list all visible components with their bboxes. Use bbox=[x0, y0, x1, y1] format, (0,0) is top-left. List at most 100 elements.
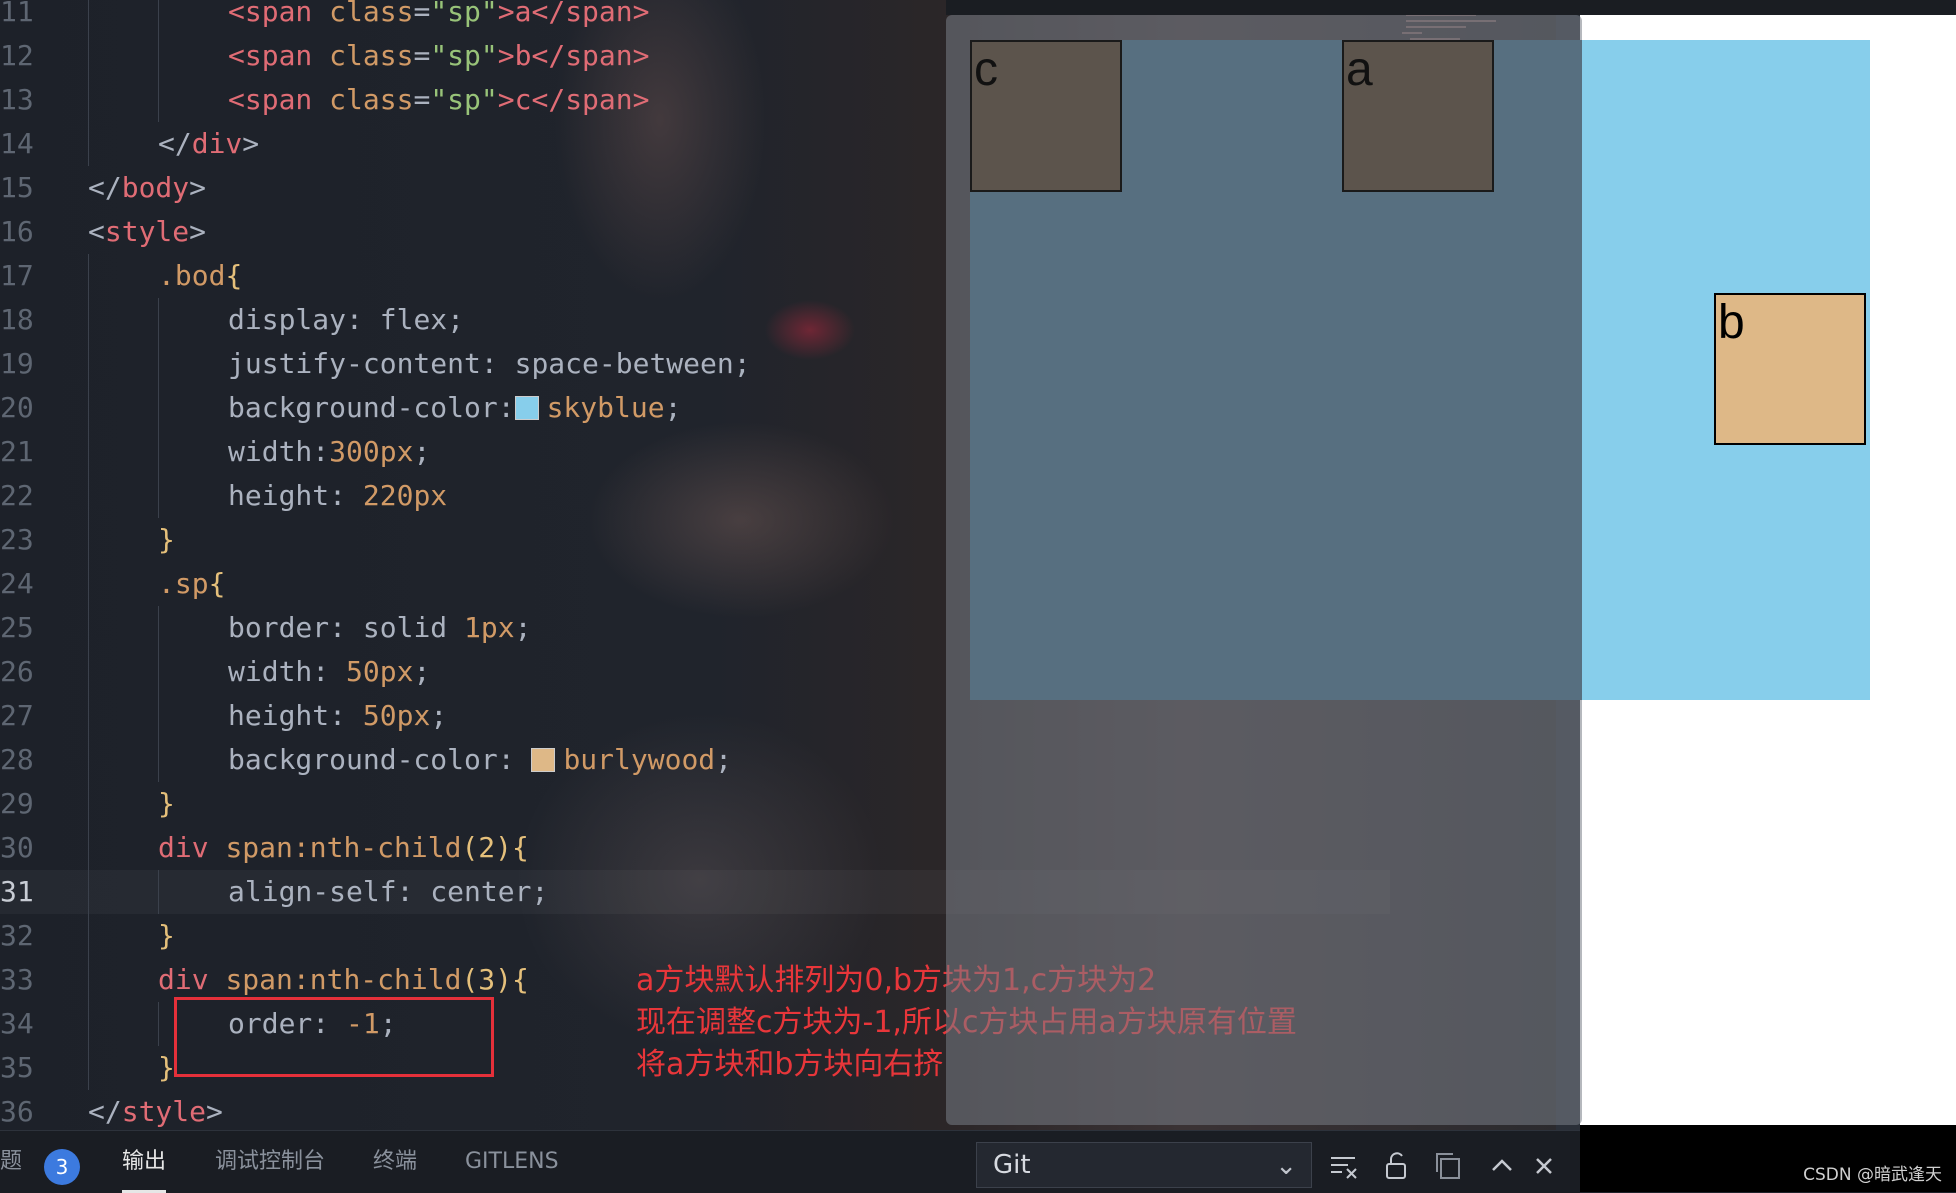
code-token: 1px bbox=[464, 611, 515, 644]
code-token: > bbox=[632, 83, 650, 116]
code-token: ; bbox=[413, 435, 431, 468]
code-text: </body> bbox=[88, 166, 206, 210]
line-number: 34 bbox=[0, 1007, 34, 1040]
line-number: 35 bbox=[0, 1051, 34, 1084]
chevron-up-icon[interactable] bbox=[1482, 1146, 1522, 1186]
code-token: = bbox=[413, 0, 431, 28]
line-number: 18 bbox=[0, 303, 34, 336]
tab-terminal[interactable]: 终端 bbox=[373, 1131, 417, 1193]
code-token: >a</ bbox=[497, 0, 566, 28]
code-token: justify-content bbox=[228, 347, 481, 380]
color-swatch-icon[interactable] bbox=[514, 396, 539, 420]
tab-output[interactable]: 输出 bbox=[122, 1131, 167, 1193]
code-token: align-self bbox=[228, 875, 397, 908]
indent-guide bbox=[158, 650, 159, 694]
tab-debug-console[interactable]: 调试控制台 bbox=[215, 1131, 325, 1193]
code-token: > bbox=[632, 39, 650, 72]
code-token: : bbox=[396, 875, 431, 908]
color-swatch-icon[interactable] bbox=[531, 748, 556, 772]
indent-guide bbox=[88, 606, 89, 650]
code-token: } bbox=[158, 787, 175, 820]
code-token: ; bbox=[733, 347, 751, 380]
line-number: 15 bbox=[0, 171, 34, 204]
preview-top-strip bbox=[946, 0, 1956, 15]
code-token: body bbox=[121, 171, 190, 204]
chevron-down-icon: ⌄ bbox=[1275, 1151, 1297, 1181]
code-token: 50px bbox=[362, 699, 431, 732]
indent-guide bbox=[88, 782, 89, 826]
indent-guide bbox=[88, 0, 89, 34]
code-token: ; bbox=[715, 743, 733, 776]
code-text: justify-content: space-between; bbox=[228, 342, 751, 386]
code-token: ; bbox=[447, 303, 465, 336]
indent-guide bbox=[158, 606, 159, 650]
code-token: } bbox=[158, 1051, 175, 1084]
line-number: 29 bbox=[0, 787, 34, 820]
line-number: 11 bbox=[0, 0, 34, 28]
line-number: 13 bbox=[0, 83, 34, 116]
line-number: 25 bbox=[0, 611, 34, 644]
code-text: <style> bbox=[88, 210, 206, 254]
indent-guide bbox=[158, 430, 159, 474]
code-token: < bbox=[88, 215, 105, 248]
indent-guide bbox=[88, 650, 89, 694]
code-token: "sp" bbox=[430, 0, 498, 28]
box-label: b bbox=[1718, 296, 1745, 349]
indent-guide bbox=[158, 34, 159, 78]
clear-output-icon[interactable] bbox=[1324, 1146, 1364, 1186]
tab-gitlens[interactable]: GITLENS bbox=[465, 1131, 559, 1193]
indent-guide bbox=[88, 34, 89, 78]
code-token: border bbox=[228, 611, 330, 644]
code-token: div bbox=[191, 127, 243, 160]
code-token: : bbox=[497, 391, 515, 424]
watermark: CSDN @暗武逢天 bbox=[1803, 1165, 1942, 1185]
code-token: : bbox=[312, 655, 347, 688]
code-token: ; bbox=[514, 611, 532, 644]
indent-guide bbox=[88, 122, 89, 166]
line-number: 28 bbox=[0, 743, 34, 776]
line-number: 16 bbox=[0, 215, 34, 248]
tab-problems[interactable]: 题 bbox=[0, 1131, 22, 1193]
code-text: width:300px; bbox=[228, 430, 430, 474]
indent-guide bbox=[88, 430, 89, 474]
code-text: align-self: center; bbox=[228, 870, 548, 914]
indent-guide bbox=[158, 78, 159, 122]
indent-guide bbox=[88, 738, 89, 782]
line-number: 19 bbox=[0, 347, 34, 380]
box-label: a bbox=[1346, 43, 1373, 96]
code-token: "sp" bbox=[430, 39, 498, 72]
code-text: </div> bbox=[158, 122, 259, 166]
code-token: height bbox=[228, 699, 330, 732]
code-token: width bbox=[228, 655, 313, 688]
problems-count-badge: 3 bbox=[44, 1149, 80, 1185]
output-channel-select[interactable]: Git ⌄ bbox=[976, 1142, 1312, 1188]
code-token: >b</ bbox=[497, 39, 566, 72]
indent-guide bbox=[158, 694, 159, 738]
code-token: .sp bbox=[158, 567, 209, 600]
code-token: </ bbox=[158, 127, 192, 160]
code-token: span bbox=[565, 0, 633, 28]
line-number: 20 bbox=[0, 391, 34, 424]
code-token: ; bbox=[430, 699, 448, 732]
line-number: 27 bbox=[0, 699, 34, 732]
line-number: 33 bbox=[0, 963, 34, 996]
code-token: { bbox=[512, 831, 529, 864]
indent-guide bbox=[158, 738, 159, 782]
line-number: 14 bbox=[0, 127, 34, 160]
code-token: 50px bbox=[346, 655, 414, 688]
line-number: 24 bbox=[0, 567, 34, 600]
close-icon[interactable] bbox=[1524, 1146, 1564, 1186]
box-label: c bbox=[974, 43, 998, 96]
indent-guide bbox=[88, 298, 89, 342]
code-token: space-between bbox=[514, 347, 734, 380]
output-channel-value: Git bbox=[993, 1150, 1031, 1180]
indent-guide bbox=[158, 870, 159, 914]
copy-icon[interactable] bbox=[1428, 1146, 1468, 1186]
indent-guide bbox=[158, 474, 159, 518]
code-token: (3) bbox=[461, 963, 513, 996]
code-text: width: 50px; bbox=[228, 650, 430, 694]
highlight-box bbox=[174, 997, 494, 1077]
code-token: </ bbox=[88, 1095, 122, 1128]
code-token: : bbox=[329, 611, 363, 644]
lock-icon[interactable] bbox=[1376, 1146, 1416, 1186]
